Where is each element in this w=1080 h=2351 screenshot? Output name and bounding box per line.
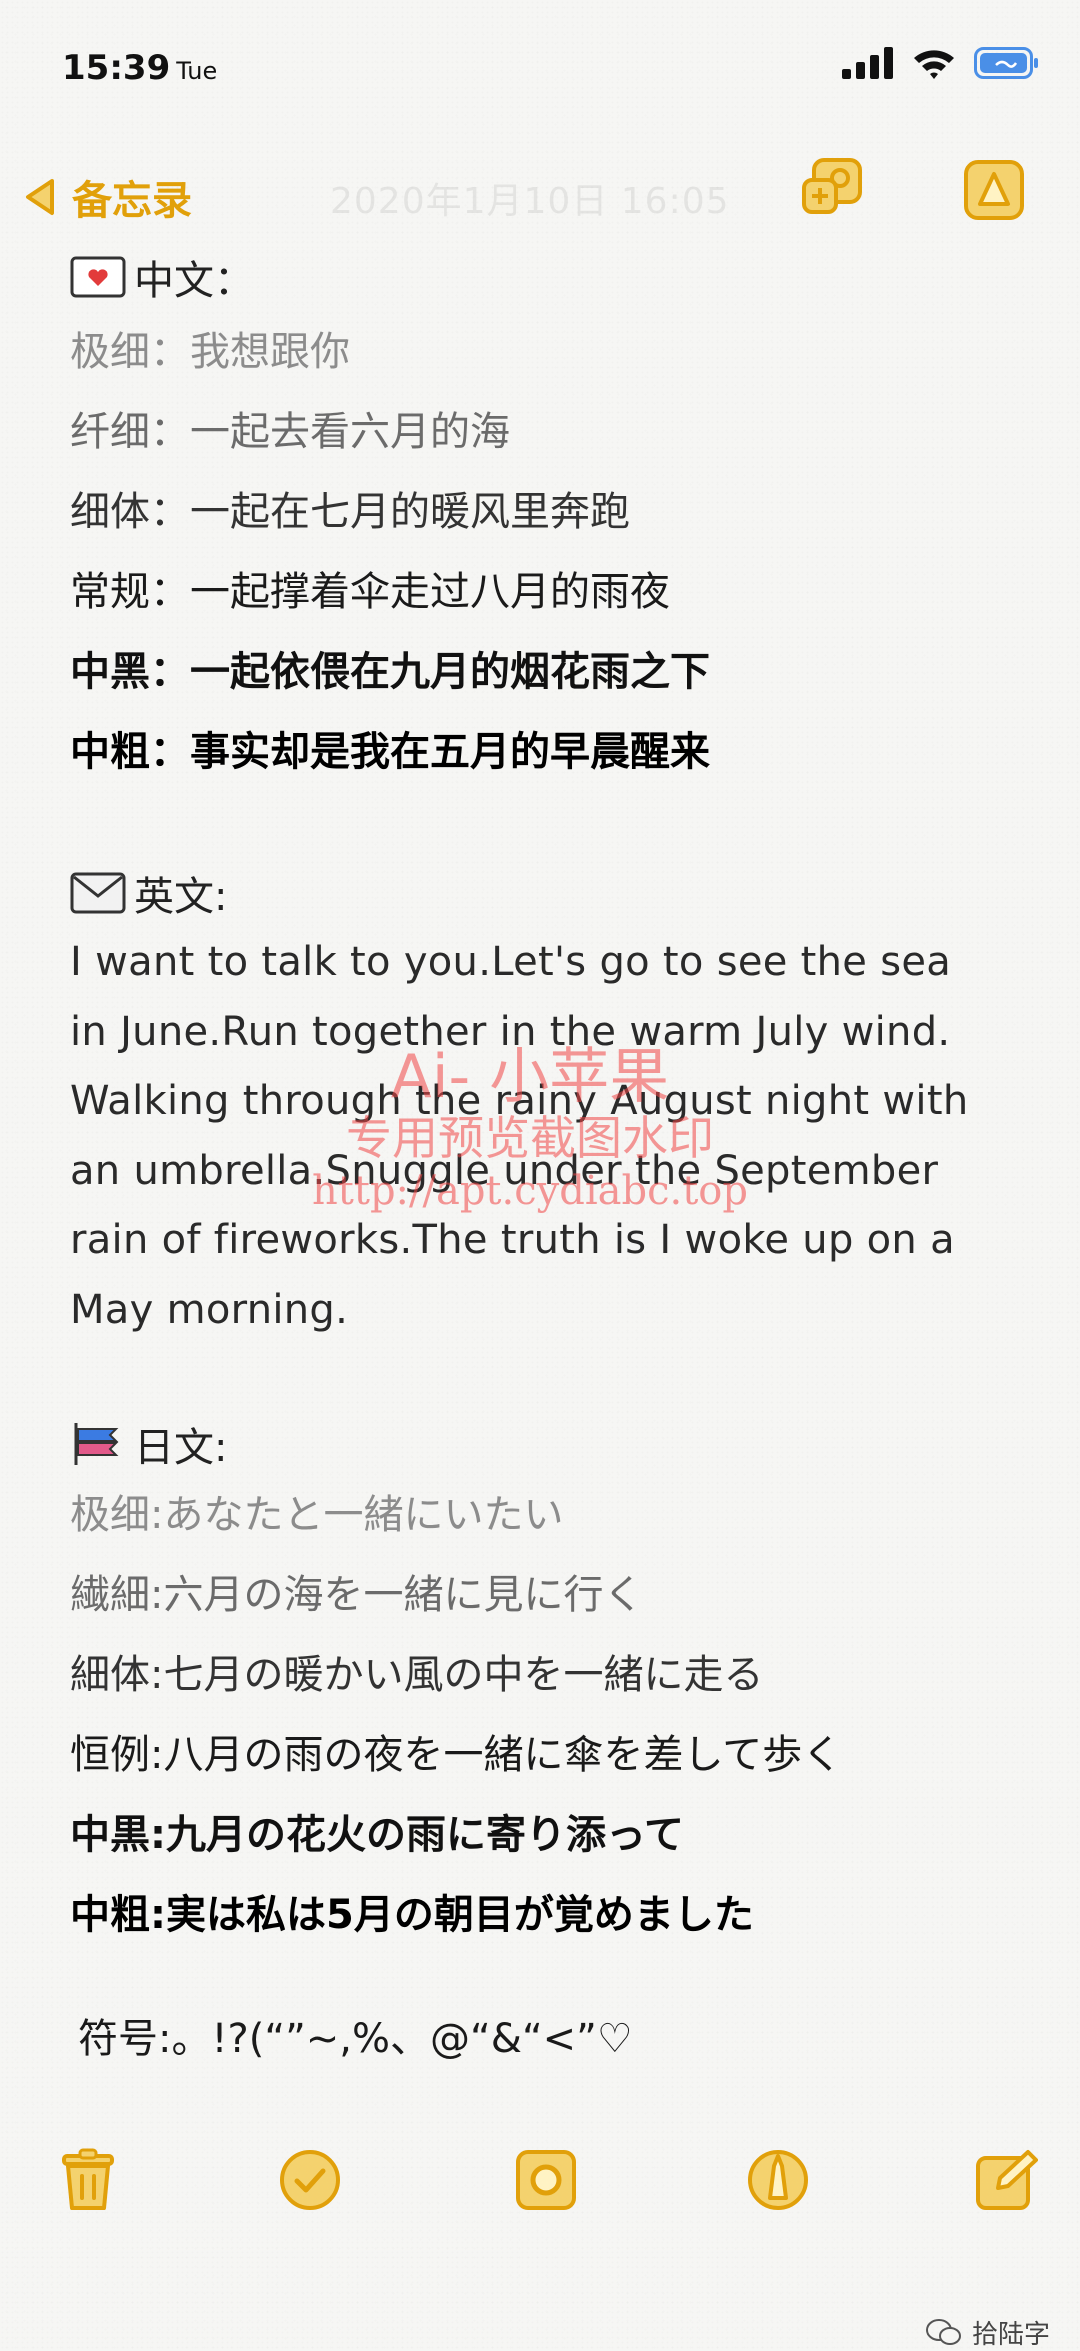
nav-bar: 2020年1月10日 16:05 备忘录 [0,150,1080,230]
status-time: 15:39 Tue [62,48,217,88]
english-section-heading: 英文: [70,864,1030,922]
carp-streamer-icon [74,1423,119,1465]
english-line: May morning. [70,1286,349,1333]
english-line: in June.Run together in the warm July wi… [70,1008,951,1055]
japanese-line-medium: 中黒:九月の花火の雨に寄り添って [70,1812,684,1858]
japanese-line-light: 細体:七月の暖かい風の中を一緒に走る [70,1652,764,1698]
compose-icon[interactable] [974,2148,1038,2212]
japanese-line-semibold: 中粗:実は私は5月の朝目が覚めました [70,1892,754,1938]
checklist-icon[interactable] [278,2148,342,2212]
japanese-heading-text: 日文: [134,1425,228,1471]
japanese-line-regular: 恒例:八月の雨の夜を一緒に傘を差して歩く [70,1732,843,1778]
english-paragraph: I want to talk to you.Let's go to see th… [70,928,1030,1345]
chinese-line-medium: 中黑：一起依偎在九月的烟花雨之下 [70,649,710,695]
chinese-line-light: 细体：一起在七月的暖风里奔跑 [70,489,630,535]
love-letter-icon [70,256,126,298]
chinese-line-thin: 纤细：一起去看六月的海 [70,409,510,455]
symbols-line: 符号:。!?(“”~,%、@“&“<”♡ [78,2016,633,2062]
trash-icon[interactable] [56,2148,120,2212]
wechat-watermark: 拾陆字 [925,2314,1050,2351]
japanese-line-ultralight: 极细:あなたと一緒にいたい [70,1492,564,1538]
note-date: 2020年1月10日 16:05 [330,181,730,222]
note-body[interactable]: 中文： 极细：我想跟你 纤细：一起去看六月的海 细体：一起在七月的暖风里奔跑 常… [70,248,1030,2079]
back-arrow-icon [26,179,54,215]
english-heading-text: 英文: [134,874,228,920]
back-label: 备忘录 [72,178,192,224]
english-line: an umbrella.Snuggle under the September [70,1147,939,1194]
english-line: rain of fireworks.The truth is I woke up… [70,1217,955,1263]
japanese-section-heading: 日文: [70,1415,1030,1473]
status-day: Tue [176,57,218,85]
markup-pen-icon[interactable] [746,2148,810,2212]
more-icon[interactable] [962,158,1026,222]
envelope-icon [70,872,126,914]
status-icons [842,46,1040,80]
status-time-text: 15:39 [62,48,171,88]
english-line: I want to talk to you.Let's go to see th… [70,939,952,985]
japanese-line-thin: 繊細:六月の海を一緒に見に行く [70,1572,644,1618]
wechat-icon [925,2318,961,2345]
camera-icon[interactable] [514,2148,578,2212]
wechat-label: 拾陆字 [971,2320,1050,2350]
wifi-icon [914,50,954,79]
battery-icon [974,47,1038,79]
chinese-line-regular: 常规：一起撑着伞走过八月的雨夜 [70,569,670,615]
chinese-heading-text: 中文： [134,258,254,304]
add-people-icon[interactable] [800,156,864,220]
back-button[interactable]: 备忘录 [22,168,192,226]
english-line: Walking through the rainy August night w… [70,1078,969,1124]
cellular-signal-icon [842,47,893,79]
chinese-section-heading: 中文： [70,248,1030,306]
chinese-line-ultralight: 极细：我想跟你 [70,329,350,375]
chinese-line-semibold: 中粗：事实却是我在五月的早晨醒来 [70,729,710,775]
